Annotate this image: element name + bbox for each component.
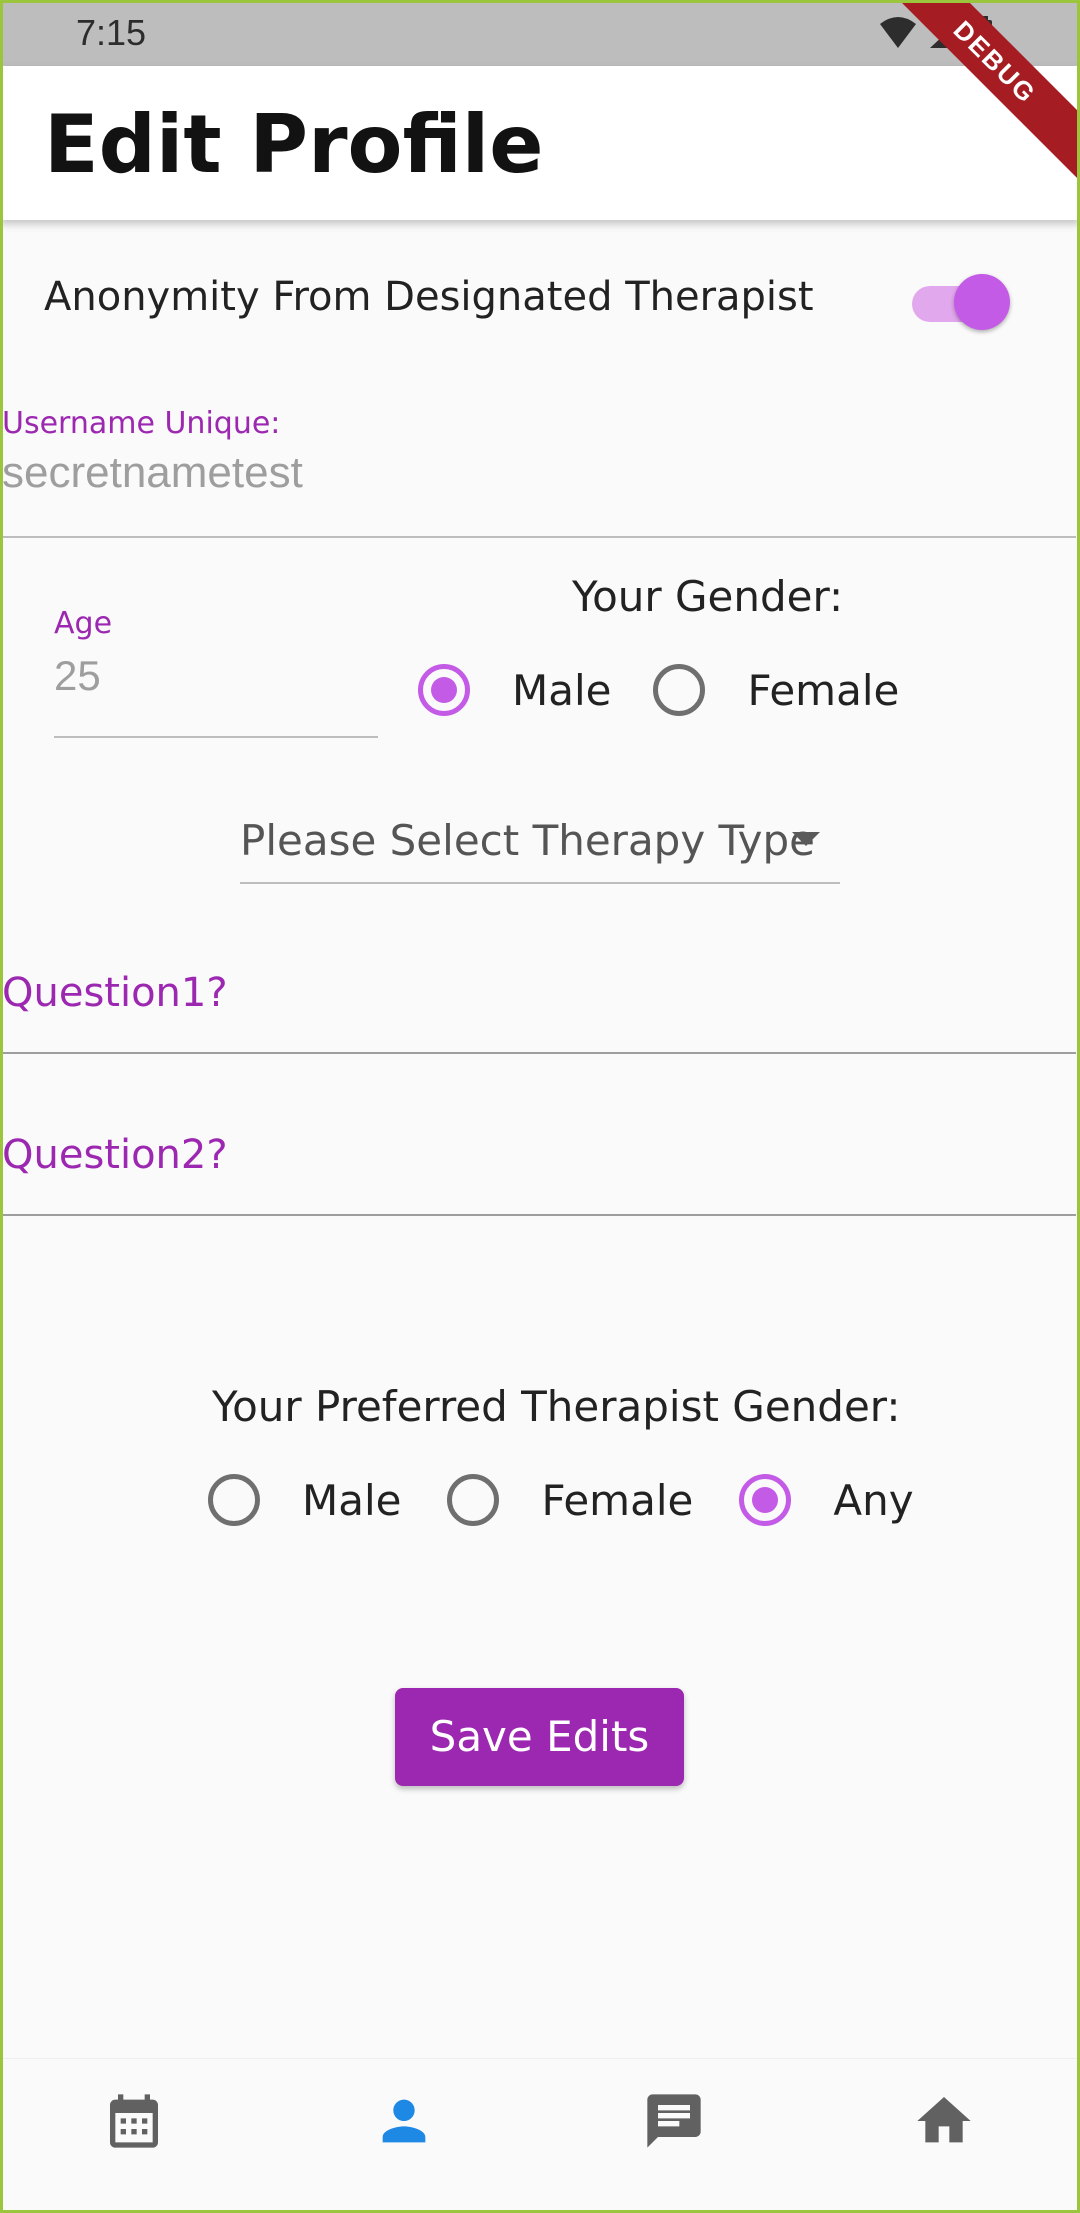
save-edits-button[interactable]: Save Edits [395, 1688, 684, 1786]
pref-option-any[interactable]: Any [739, 1474, 914, 1526]
nav-profile[interactable] [372, 2089, 436, 2153]
gender-title: Your Gender: [572, 572, 844, 621]
calendar-icon [110, 2094, 158, 2148]
age-label: Age [54, 606, 113, 641]
pref-option-female[interactable]: Female [447, 1474, 693, 1526]
pref-male-label: Male [302, 1475, 402, 1525]
device-frame [0, 0, 1080, 2213]
pref-any-radio[interactable] [739, 1474, 792, 1526]
home-icon [917, 2097, 971, 2143]
page-title: Edit Profile [44, 98, 544, 191]
gender-male-label: Male [512, 665, 612, 715]
nav-chat[interactable] [642, 2089, 706, 2153]
pref-male-radio[interactable] [208, 1474, 260, 1526]
anonymity-switch[interactable] [908, 270, 1010, 330]
preferred-gender-title: Your Preferred Therapist Gender: [212, 1382, 901, 1431]
question1-field[interactable]: Question1? [0, 958, 1076, 1054]
age-input[interactable]: 25 [54, 652, 101, 700]
therapy-type-placeholder: Please Select Therapy Type [240, 816, 816, 865]
question1-label: Question1? [2, 970, 228, 1016]
anonymity-label: Anonymity From Designated Therapist [44, 274, 814, 320]
gender-female-radio[interactable] [653, 664, 706, 716]
dropdown-arrow-icon [792, 832, 820, 846]
nav-home[interactable] [912, 2089, 976, 2153]
switch-thumb [954, 274, 1010, 330]
preferred-gender-radio-group: Male Female Any [208, 1474, 960, 1526]
question2-field[interactable]: Question2? [0, 1120, 1076, 1216]
gender-female-label: Female [747, 665, 900, 715]
anonymity-row: Anonymity From Designated Therapist [44, 270, 1044, 330]
question2-label: Question2? [2, 1132, 228, 1178]
person-icon [382, 2099, 426, 2143]
gender-male-radio[interactable] [418, 664, 470, 716]
username-field[interactable]: Username Unique: secretnametest [0, 396, 1076, 538]
age-field[interactable]: Age 25 [54, 598, 378, 738]
nav-calendar[interactable] [102, 2089, 166, 2153]
username-label: Username Unique: [2, 406, 281, 441]
gender-option-female[interactable]: Female [653, 664, 899, 716]
bottom-nav [0, 2058, 1080, 2213]
gender-option-male[interactable]: Male [418, 664, 611, 716]
status-time: 7:15 [76, 12, 147, 53]
pref-option-male[interactable]: Male [208, 1474, 401, 1526]
chat-icon [647, 2094, 701, 2148]
therapy-type-dropdown[interactable]: Please Select Therapy Type [240, 810, 840, 884]
pref-any-label: Any [833, 1475, 914, 1525]
pref-female-radio[interactable] [447, 1474, 500, 1526]
wifi-icon [880, 17, 916, 48]
username-input[interactable]: secretnametest [2, 448, 303, 498]
app-bar: Edit Profile [0, 66, 1080, 220]
pref-female-label: Female [541, 1475, 694, 1525]
gender-radio-group: Male Female [418, 664, 941, 716]
